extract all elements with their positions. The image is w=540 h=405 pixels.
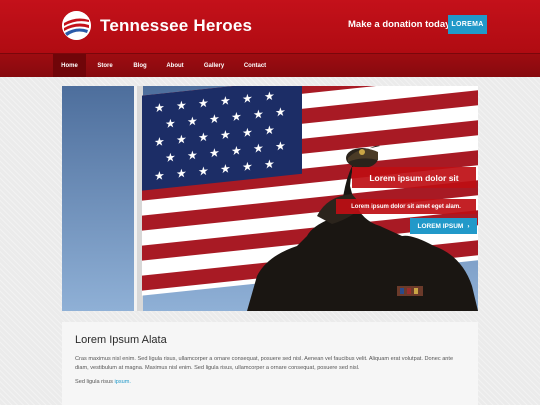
content-section: Lorem Ipsum Alata Cras maximus nisl enim…	[62, 322, 478, 405]
svg-text:★: ★	[176, 132, 187, 147]
hero-cta-button[interactable]: LOREM IPSUM ›	[410, 218, 477, 234]
svg-text:★: ★	[275, 105, 286, 120]
svg-text:★: ★	[209, 111, 220, 126]
svg-text:★: ★	[242, 125, 253, 140]
svg-text:★: ★	[264, 157, 275, 172]
svg-text:★: ★	[198, 96, 209, 111]
svg-text:★: ★	[176, 166, 187, 181]
content-heading: Lorem Ipsum Alata	[75, 334, 167, 346]
content-paragraph-text: Sed ligula risus	[75, 379, 115, 385]
svg-text:★: ★	[209, 145, 220, 160]
nav-item-gallery[interactable]: Gallery	[197, 54, 231, 77]
svg-text:★: ★	[253, 107, 264, 122]
site-title[interactable]: Tennessee Heroes	[100, 16, 252, 36]
svg-text:★: ★	[154, 134, 165, 149]
svg-text:★: ★	[242, 91, 253, 106]
svg-text:★: ★	[154, 168, 165, 183]
svg-text:★: ★	[264, 89, 275, 104]
nav-item-home[interactable]: Home	[53, 54, 86, 77]
svg-text:★: ★	[231, 109, 242, 124]
donate-text: Make a donation today!	[348, 19, 454, 30]
svg-text:★: ★	[187, 148, 198, 163]
hero-caption-subtitle: Lorem ipsum dolor sit amet eget alam.	[336, 199, 476, 214]
svg-text:★: ★	[198, 130, 209, 145]
logo-icon[interactable]	[62, 11, 91, 40]
svg-text:★: ★	[187, 114, 198, 129]
svg-text:★: ★	[253, 141, 264, 156]
hero-caption-title: Lorem ipsum dolor sit	[352, 167, 476, 188]
svg-text:★: ★	[154, 100, 165, 115]
svg-text:★: ★	[275, 139, 286, 154]
nav-item-blog[interactable]: Blog	[126, 54, 154, 77]
content-link[interactable]: ipsum.	[115, 379, 131, 385]
donate-button[interactable]: LOREMA	[448, 15, 487, 34]
svg-text:★: ★	[264, 123, 275, 138]
nav-item-contact[interactable]: Contact	[238, 54, 272, 77]
svg-text:★: ★	[165, 116, 176, 131]
nav-item-store[interactable]: Store	[90, 54, 120, 77]
svg-text:★: ★	[220, 127, 231, 142]
nav-item-about[interactable]: About	[160, 54, 190, 77]
chevron-right-icon: ›	[467, 222, 470, 230]
hero-cta-label: LOREM IPSUM	[417, 222, 464, 230]
main-nav: Home Store Blog About Gallery Contact	[0, 53, 540, 77]
content-paragraph-2: Sed ligula risus ipsum.	[75, 378, 465, 387]
site-header: Tennessee Heroes Make a donation today! …	[0, 0, 540, 53]
svg-text:★: ★	[198, 164, 209, 179]
svg-text:★: ★	[242, 159, 253, 174]
svg-text:★: ★	[220, 93, 231, 108]
svg-text:★: ★	[220, 161, 231, 176]
content-paragraph: Cras maximus nisl enim. Sed ligula risus…	[75, 356, 454, 371]
svg-text:★: ★	[231, 143, 242, 158]
svg-text:★: ★	[176, 98, 187, 113]
svg-text:★: ★	[165, 150, 176, 165]
